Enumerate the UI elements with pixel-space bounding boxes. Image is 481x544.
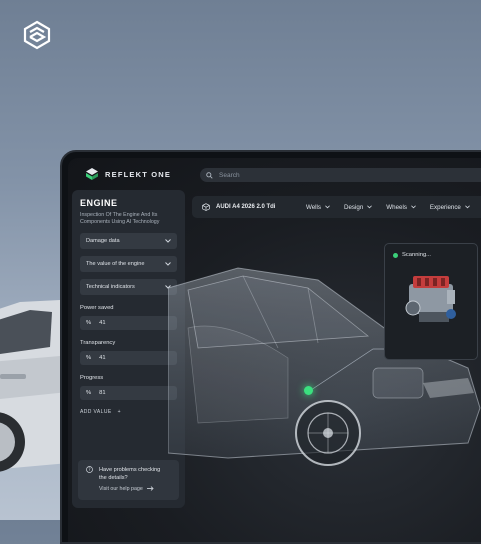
chevron-down-icon — [367, 205, 373, 209]
search-icon — [206, 171, 213, 179]
cube-icon — [202, 203, 210, 211]
menu-item-design[interactable]: Design — [344, 203, 373, 211]
logo-icon — [23, 20, 51, 50]
question-icon: ? — [86, 466, 93, 473]
field-label-power-saved: Power saved — [80, 305, 114, 311]
app-screen: REFLEKT ONE ENGINE Inspection Of The Eng… — [68, 158, 481, 542]
search-input[interactable] — [219, 171, 419, 179]
brand-name: REFLEKT ONE — [105, 169, 172, 179]
dropdown-technical-indicators[interactable]: Technical indicators — [80, 279, 177, 295]
menu-label: Design — [344, 203, 364, 211]
unit-label: % — [86, 320, 92, 326]
scan-card: Scanning... — [384, 243, 478, 360]
sidebar-title: ENGINE — [80, 198, 118, 208]
help-text: Have problems checking the details? — [99, 467, 161, 481]
menu-item-wheels[interactable]: Wheels — [386, 204, 416, 211]
scan-status-label: Scanning... — [402, 252, 432, 258]
field-value: 81 — [99, 390, 106, 396]
status-dot — [393, 252, 398, 258]
chevron-down-icon — [411, 205, 416, 209]
chevron-down-icon — [465, 205, 470, 209]
dropdown-damage-data[interactable]: Damage data — [80, 233, 177, 249]
model-name: AUDI A4 2026 2.0 Tdi — [216, 204, 276, 210]
menu-label: Wells — [306, 203, 322, 211]
add-value-button[interactable]: ADD VALUE + — [80, 409, 177, 415]
dropdown-label: Technical indicators — [86, 284, 135, 290]
transparency-field[interactable]: % 41 — [80, 351, 177, 365]
menu-item-experience[interactable]: Experience — [430, 204, 470, 211]
brand-logo-icon — [86, 168, 98, 180]
brand[interactable]: REFLEKT ONE — [86, 168, 171, 180]
menu-item-wells[interactable]: Wells — [306, 204, 330, 211]
dropdown-engine-value[interactable]: The value of the engine — [80, 256, 177, 272]
field-value: 41 — [99, 355, 106, 361]
field-value: 41 — [99, 320, 106, 326]
power-saved-field[interactable]: % 41 — [80, 316, 177, 330]
help-link-label: Visit our help page — [99, 486, 143, 492]
sidebar-subtitle: Inspection Of The Engine And Its Compone… — [80, 212, 160, 225]
menu-label: Wheels — [386, 203, 407, 211]
help-card: ? Have problems checking the details? Vi… — [78, 460, 179, 500]
model-selector[interactable]: AUDI A4 2026 2.0 Tdi — [202, 203, 292, 211]
arrow-right-icon — [146, 486, 154, 491]
add-value-label: ADD VALUE — [80, 409, 112, 415]
field-label-progress: Progress — [80, 375, 104, 381]
unit-label: % — [86, 390, 92, 396]
top-bar: REFLEKT ONE — [68, 158, 481, 188]
menu-label: Experience — [429, 203, 461, 211]
scan-status: Scanning... — [393, 252, 431, 258]
search-bar[interactable] — [200, 168, 481, 182]
laptop-frame: REFLEKT ONE ENGINE Inspection Of The Eng… — [60, 150, 481, 544]
engine-image — [405, 276, 456, 322]
plus-icon: + — [117, 409, 121, 415]
dropdown-label: Damage data — [86, 238, 120, 244]
dropdown-label: The value of the engine — [86, 261, 145, 267]
help-page-link[interactable]: Visit our help page — [99, 486, 171, 492]
unit-label: % — [86, 355, 92, 361]
chevron-down-icon — [325, 205, 330, 209]
progress-field[interactable]: % 81 — [80, 386, 177, 400]
svg-text:?: ? — [88, 467, 90, 472]
model-navbar: AUDI A4 2026 2.0 Tdi Wells Design Wheels… — [192, 196, 481, 218]
engine-marker[interactable] — [304, 386, 313, 395]
field-label-transparency: Transparency — [80, 340, 116, 346]
